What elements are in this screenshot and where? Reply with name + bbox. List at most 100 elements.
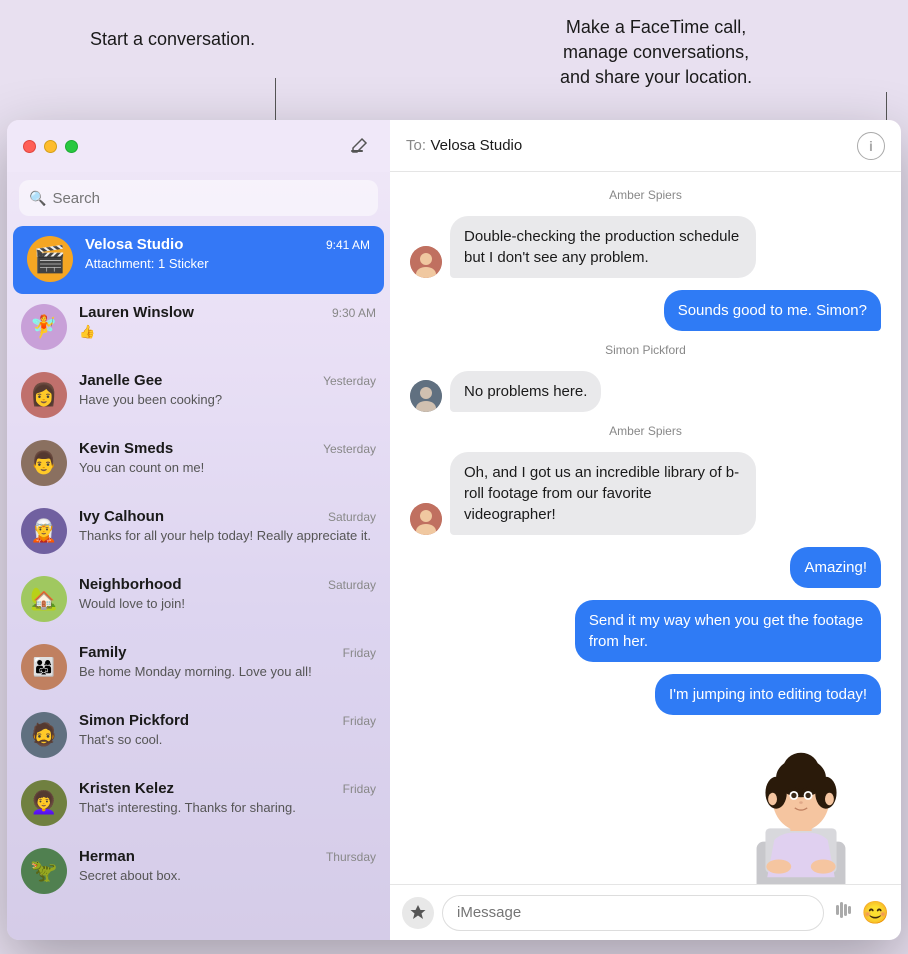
list-item[interactable]: 🧔 Simon Pickford Friday That's so cool. [7, 702, 390, 770]
conv-content: Simon Pickford Friday That's so cool. [79, 712, 376, 747]
close-button[interactable] [23, 140, 36, 153]
message-bubble: Amazing! [790, 547, 881, 588]
chat-recipient: To: Velosa Studio [406, 137, 522, 155]
conv-content: Velosa Studio 9:41 AM Attachment: 1 Stic… [85, 236, 370, 271]
conv-name: Kevin Smeds [79, 440, 173, 457]
conv-time: Friday [343, 714, 376, 728]
conv-time: Yesterday [323, 442, 376, 456]
conv-content: Kristen Kelez Friday That's interesting.… [79, 780, 376, 815]
conversation-list: 🎬 Velosa Studio 9:41 AM Attachment: 1 St… [7, 226, 390, 940]
conv-time: 9:30 AM [332, 306, 376, 320]
messages-window: 🔍 🎬 Velosa Studio 9:41 AM Attachment: 1 … [7, 120, 901, 940]
message-avatar [410, 380, 442, 412]
conv-preview: Attachment: 1 Sticker [85, 256, 370, 271]
avatar: 👩 [21, 372, 67, 418]
avatar: 🧔 [21, 712, 67, 758]
conv-name: Herman [79, 848, 135, 865]
message-bubble: Sounds good to me. Simon? [664, 290, 881, 331]
message-row: Amazing! [410, 547, 881, 588]
conv-content: Neighborhood Saturday Would love to join… [79, 576, 376, 611]
info-button[interactable]: i [857, 132, 885, 160]
chat-header: To: Velosa Studio i [390, 120, 901, 172]
list-item[interactable]: 🧝 Ivy Calhoun Saturday Thanks for all yo… [7, 498, 390, 566]
message-bubble: No problems here. [450, 371, 601, 412]
message-row: Oh, and I got us an incredible library o… [410, 452, 881, 535]
conv-name: Family [79, 644, 127, 661]
list-item[interactable]: 👨‍👩‍👧 Family Friday Be home Monday morni… [7, 634, 390, 702]
search-icon: 🔍 [29, 190, 46, 207]
audio-record-button[interactable] [832, 899, 854, 927]
conv-time: 9:41 AM [326, 238, 370, 252]
avatar: 🧝 [21, 508, 67, 554]
sidebar: 🔍 🎬 Velosa Studio 9:41 AM Attachment: 1 … [7, 120, 390, 940]
sidebar-titlebar [7, 120, 390, 172]
avatar: 🧚 [21, 304, 67, 350]
conv-preview: 👍 [79, 324, 376, 340]
message-row: I'm jumping into editing today! [410, 674, 881, 715]
avatar: 🎬 [27, 236, 73, 282]
emoji-button[interactable]: 😊 [862, 900, 889, 926]
conv-time: Friday [343, 646, 376, 660]
list-item[interactable]: 👩 Janelle Gee Yesterday Have you been co… [7, 362, 390, 430]
facetime-callout: Make a FaceTime call,manage conversation… [560, 15, 752, 91]
conv-preview: That's interesting. Thanks for sharing. [79, 800, 376, 815]
message-row: No problems here. [410, 371, 881, 412]
conv-name: Neighborhood [79, 576, 181, 593]
message-avatar [410, 246, 442, 278]
message-bubble: Send it my way when you get the footage … [575, 600, 881, 662]
conv-preview: That's so cool. [79, 732, 376, 747]
sender-label: Amber Spiers [410, 424, 881, 438]
sender-label: Simon Pickford [410, 343, 881, 357]
message-row: Sounds good to me. Simon? [410, 290, 881, 331]
traffic-lights [23, 140, 78, 153]
list-item[interactable]: 👨 Kevin Smeds Yesterday You can count on… [7, 430, 390, 498]
chat-input-bar: 😊 [390, 884, 901, 940]
message-bubble: I'm jumping into editing today! [655, 674, 881, 715]
memoji-figure [731, 735, 871, 884]
list-item[interactable]: 🏡 Neighborhood Saturday Would love to jo… [7, 566, 390, 634]
message-row: Double-checking the production schedule … [410, 216, 881, 278]
messages-container: Amber Spiers Double-checking the product… [390, 172, 901, 884]
list-item[interactable]: 🎬 Velosa Studio 9:41 AM Attachment: 1 St… [13, 226, 384, 294]
conv-name: Ivy Calhoun [79, 508, 164, 525]
conv-time: Saturday [328, 578, 376, 592]
list-item[interactable]: 👩‍🦱 Kristen Kelez Friday That's interest… [7, 770, 390, 838]
message-bubble: Double-checking the production schedule … [450, 216, 756, 278]
list-item[interactable]: 🦖 Herman Thursday Secret about box. [7, 838, 390, 906]
conv-content: Ivy Calhoun Saturday Thanks for all your… [79, 508, 376, 543]
conv-content: Kevin Smeds Yesterday You can count on m… [79, 440, 376, 475]
minimize-button[interactable] [44, 140, 57, 153]
conv-content: Lauren Winslow 9:30 AM 👍 [79, 304, 376, 340]
conv-preview: Thanks for all your help today! Really a… [79, 528, 376, 543]
conv-preview: Secret about box. [79, 868, 376, 883]
conv-content: Family Friday Be home Monday morning. Lo… [79, 644, 376, 679]
message-avatar [410, 503, 442, 535]
conv-time: Saturday [328, 510, 376, 524]
conv-preview: Be home Monday morning. Love you all! [79, 664, 376, 679]
conv-content: Herman Thursday Secret about box. [79, 848, 376, 883]
avatar: 🦖 [21, 848, 67, 894]
compose-button[interactable] [344, 131, 374, 161]
message-input[interactable] [442, 895, 824, 931]
start-conversation-line [275, 78, 276, 123]
list-item[interactable]: 🧚 Lauren Winslow 9:30 AM 👍 [7, 294, 390, 362]
to-label: To: [406, 137, 426, 154]
conv-name: Velosa Studio [85, 236, 183, 253]
maximize-button[interactable] [65, 140, 78, 153]
conv-time: Friday [343, 782, 376, 796]
app-store-button[interactable] [402, 897, 434, 929]
to-name: Velosa Studio [430, 137, 522, 154]
avatar: 👩‍🦱 [21, 780, 67, 826]
conv-name: Lauren Winslow [79, 304, 194, 321]
search-bar[interactable]: 🔍 [19, 180, 378, 216]
sender-label: Amber Spiers [410, 188, 881, 202]
search-input[interactable] [52, 190, 368, 207]
avatar: 🏡 [21, 576, 67, 622]
avatar: 👨 [21, 440, 67, 486]
message-bubble: Oh, and I got us an incredible library o… [450, 452, 756, 535]
avatar: 👨‍👩‍👧 [21, 644, 67, 690]
memoji-container [410, 735, 881, 884]
message-row: Send it my way when you get the footage … [410, 600, 881, 662]
conv-preview: You can count on me! [79, 460, 376, 475]
chat-area: To: Velosa Studio i Amber Spiers Double-… [390, 120, 901, 940]
